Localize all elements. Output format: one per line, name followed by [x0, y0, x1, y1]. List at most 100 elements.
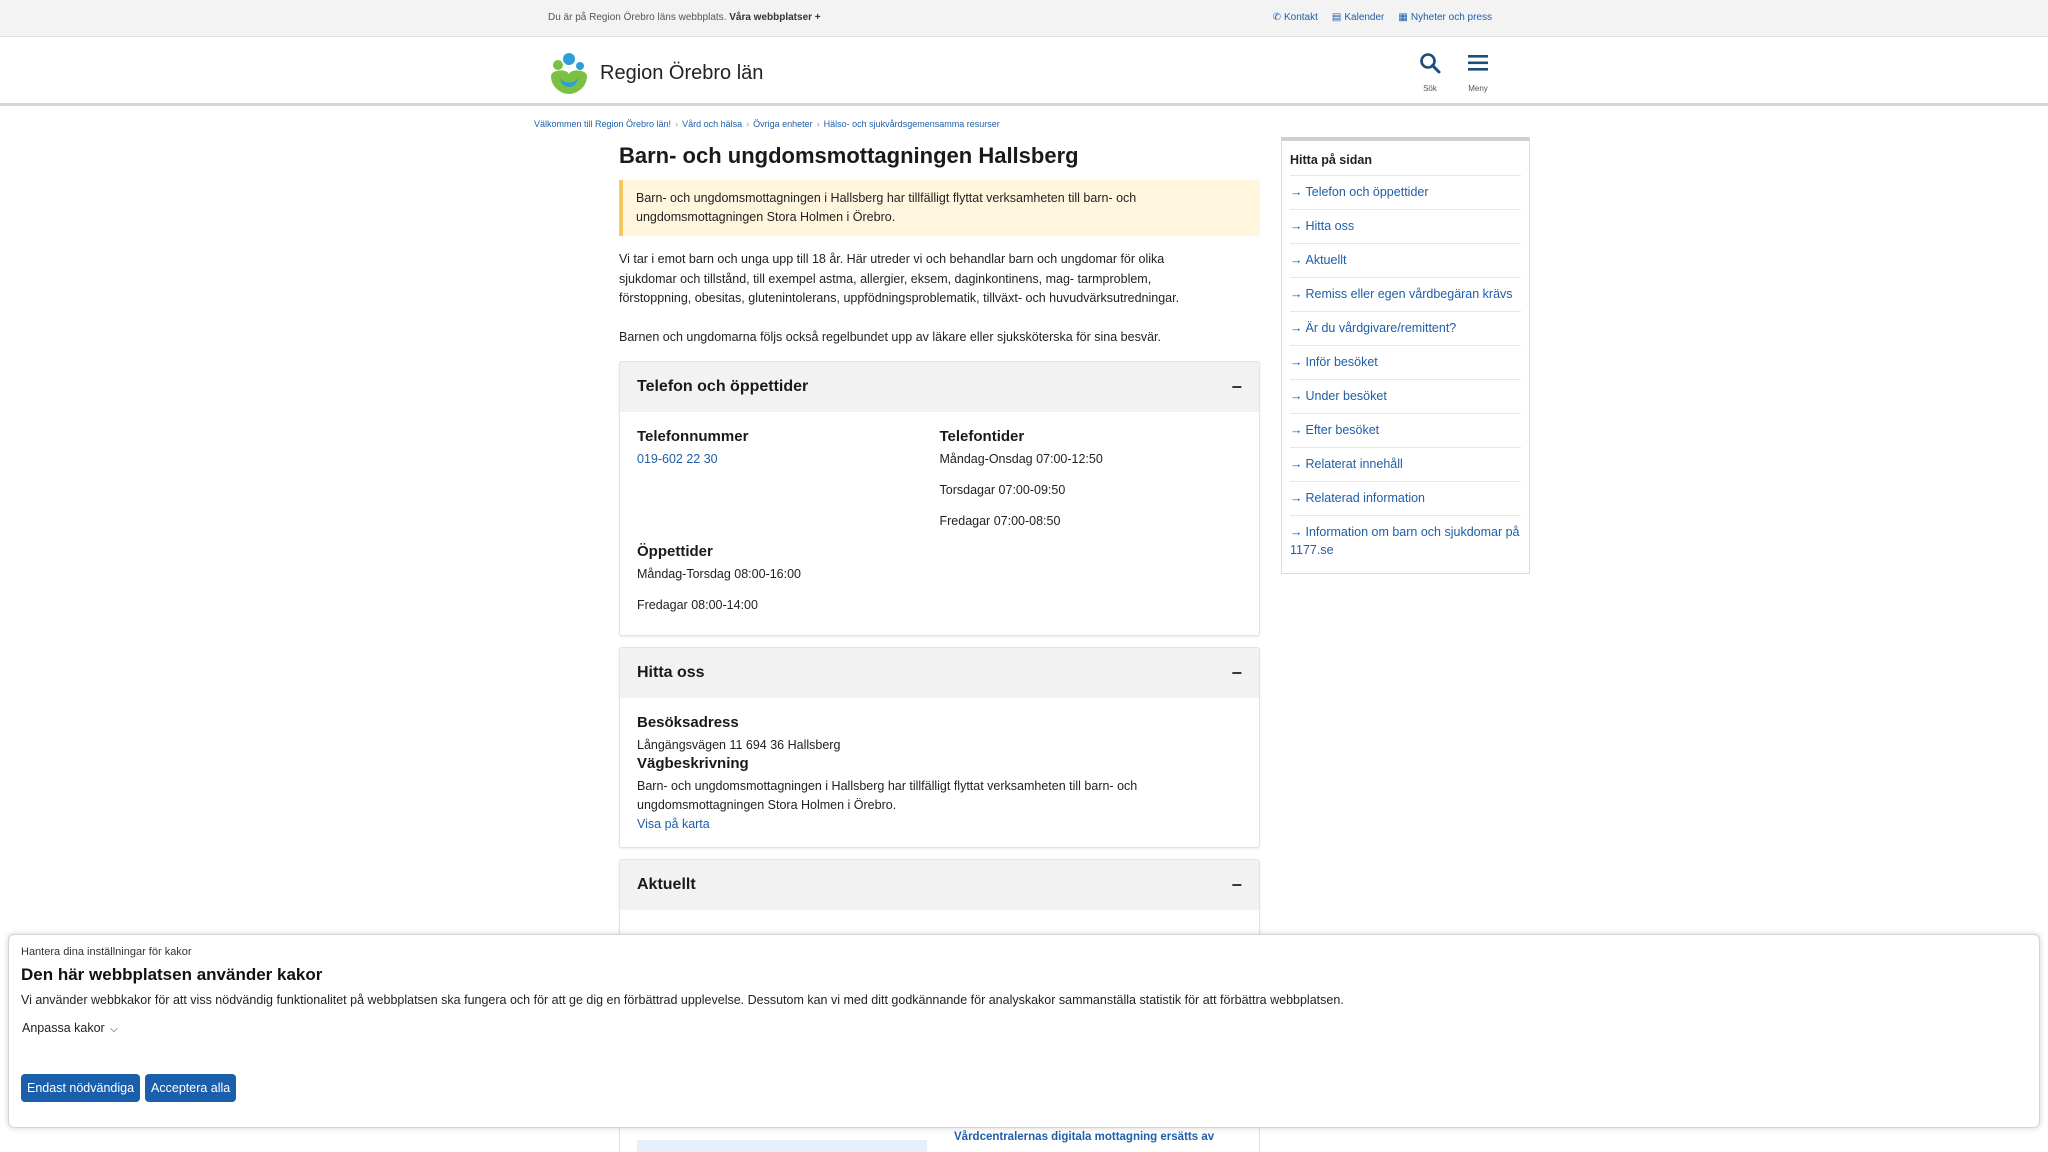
open-hours: Måndag-Torsdag 08:00-16:00	[637, 567, 802, 581]
collapse-icon[interactable]: −	[1231, 663, 1242, 684]
toc-item[interactable]: → Inför besöket	[1290, 345, 1521, 379]
contact-link[interactable]: ✆ Kontakt	[1273, 12, 1318, 23]
cookie-title: Den här webbplatsen använder kakor	[21, 965, 323, 984]
breadcrumb-item[interactable]: Övriga enheter	[753, 119, 813, 129]
search-button[interactable]: Sök	[1408, 52, 1452, 93]
toc-heading: Hitta på sidan	[1290, 153, 1372, 167]
arrow-right-icon: →	[1290, 525, 1303, 539]
phone-heading: Telefonnummer	[637, 428, 749, 445]
phone-times-heading: Telefontider	[939, 428, 1025, 445]
calendar-link[interactable]: ▤ Kalender	[1332, 12, 1384, 23]
phone-column: Telefonnummer 019-602 22 30	[637, 428, 940, 531]
breadcrumb-separator: ›	[675, 119, 679, 129]
toc-item-label: Är du vårdgivare/remittent?	[1305, 321, 1457, 335]
search-label: Sök	[1423, 84, 1437, 93]
collapse-icon[interactable]: −	[1231, 377, 1242, 398]
accordion-body-phone: Telefonnummer 019-602 22 30 Telefontider…	[620, 412, 1259, 635]
notice-text: ungdomsmottagningen Stora Holmen i Örebr…	[636, 210, 896, 224]
open-hours-heading: Öppettider	[637, 543, 713, 560]
collapse-icon[interactable]: −	[1231, 875, 1242, 896]
map-link[interactable]: Visa på karta	[637, 815, 1242, 834]
news-peek: Vårdcentralernas digitala mottagning ers…	[619, 1128, 1260, 1152]
accordion-find: Hitta oss − Besöksadress Långängsvägen 1…	[619, 647, 1260, 848]
arrow-right-icon: →	[1290, 491, 1303, 505]
toc-item-label: Relaterad information	[1305, 491, 1426, 505]
toc-item[interactable]: → Relaterat innehåll	[1290, 447, 1521, 481]
our-sites-link[interactable]: Våra webbplatser +	[729, 12, 820, 23]
accordion-title: Aktuellt	[637, 876, 696, 893]
toc-item-label: Relaterat innehåll	[1305, 457, 1403, 471]
toc-item[interactable]: → Relaterad information	[1290, 481, 1521, 515]
arrow-right-icon: →	[1290, 457, 1303, 471]
region-logo-icon[interactable]	[546, 50, 592, 96]
cookie-kicker: Hantera dina inställningar för kakor	[21, 946, 192, 958]
intro-line: förstoppning, obesitas, glutenintolerans…	[619, 291, 1180, 305]
contact-label: Kontakt	[1283, 12, 1318, 23]
cookie-actions: Endast nödvändiga Acceptera alla	[21, 1074, 237, 1102]
accordion-title: Telefon och öppettider	[637, 378, 809, 395]
toc-item[interactable]: → Är du vårdgivare/remittent?	[1290, 311, 1521, 345]
breadcrumb-separator: ›	[746, 119, 750, 129]
notice-text: Barn- och ungdomsmottagningen i Hallsber…	[636, 191, 1137, 205]
hamburger-icon	[1456, 52, 1500, 80]
utility-intro: Du är på Region Örebro läns webbplats. V…	[548, 12, 821, 23]
menu-label: Meny	[1468, 84, 1488, 93]
customize-cookies-toggle[interactable]: Anpassa kakor ⌵	[22, 1021, 2027, 1035]
arrow-right-icon: →	[1290, 423, 1303, 437]
cookie-body: Vi använder webbkakor för att viss nödvä…	[21, 993, 1344, 1007]
calendar-label: Kalender	[1344, 12, 1385, 23]
toc-item[interactable]: → Efter besöket	[1290, 413, 1521, 447]
utility-links: ✆ Kontakt ▤ Kalender ▦ Nyheter och press	[1273, 12, 1492, 23]
phone-time: Fredagar 07:00-08:50	[939, 514, 1061, 528]
directions-heading: Vägbeskrivning	[637, 755, 749, 772]
site-header: Region Örebro län Sök Meny	[0, 38, 2048, 106]
arrow-right-icon: →	[1290, 389, 1303, 403]
accordion-phone: Telefon och öppettider − Telefonnummer 0…	[619, 361, 1260, 636]
news-icon: ▦	[1398, 12, 1408, 23]
arrow-right-icon: →	[1290, 219, 1303, 233]
accept-all-button[interactable]: Acceptera alla	[145, 1074, 237, 1102]
intro-line: Vi tar i emot barn och unga upp till 18 …	[619, 252, 1165, 266]
accordion-body-find: Besöksadress Långängsvägen 11 694 36 Hal…	[620, 698, 1259, 847]
news-link[interactable]: ▦ Nyheter och press	[1398, 12, 1492, 23]
utility-intro-text: Du är på Region Örebro läns webbplats.	[548, 12, 727, 23]
phone-number-link[interactable]: 019-602 22 30	[637, 450, 940, 469]
phone-time: Torsdagar 07:00-09:50	[939, 483, 1066, 497]
notice-box: Barn- och ungdomsmottagningen i Hallsber…	[619, 180, 1260, 236]
site-name[interactable]: Region Örebro län	[600, 62, 763, 85]
breadcrumb: Välkommen till Region Örebro län! › Vård o…	[534, 119, 1000, 129]
page-toc: Hitta på sidan → Telefon och öppettider →…	[1281, 137, 1530, 574]
toc-item-label: Information om barn och sjukdomar på 117…	[1290, 525, 1520, 557]
phone-time: Måndag-Onsdag 07:00-12:50	[939, 452, 1103, 466]
arrow-right-icon: →	[1290, 185, 1303, 199]
cookie-banner: Hantera dina inställningar för kakor Den…	[8, 934, 2040, 1128]
breadcrumb-item[interactable]: Välkommen till Region Örebro län!	[534, 119, 671, 129]
accordion-header-news[interactable]: Aktuellt −	[620, 860, 1259, 910]
toc-item[interactable]: → Information om barn och sjukdomar på 11…	[1290, 515, 1521, 567]
breadcrumb-item[interactable]: Vård och hälsa	[682, 119, 742, 129]
toc-item-label: Under besöket	[1305, 389, 1387, 403]
toc-item[interactable]: → Aktuellt	[1290, 243, 1521, 277]
phone-times-column: Telefontider Måndag-Onsdag 07:00-12:50 T…	[940, 428, 1243, 531]
directions-text: Barn- och ungdomsmottagningen i Hallsber…	[637, 779, 1138, 793]
phone-columns: Telefonnummer 019-602 22 30 Telefontider…	[637, 428, 1242, 531]
toc-item[interactable]: → Under besöket	[1290, 379, 1521, 413]
toc-item[interactable]: → Hitta oss	[1290, 209, 1521, 243]
directions-text: ungdomsmottagningen Stora Holmen i Örebr…	[637, 798, 897, 812]
toc-item-label: Telefon och öppettider	[1305, 185, 1429, 199]
followup-paragraph: Barnen och ungdomarna följs också regelb…	[619, 329, 1161, 344]
toc-item[interactable]: → Remiss eller egen vårdbegäran krävs	[1290, 277, 1521, 311]
arrow-right-icon: →	[1290, 253, 1303, 267]
accordion-header-find[interactable]: Hitta oss −	[620, 648, 1259, 698]
toc-item-label: Inför besöket	[1305, 355, 1378, 369]
menu-button[interactable]: Meny	[1456, 52, 1500, 93]
breadcrumb-item[interactable]: Hälso- och sjukvårdsgemensamma resurser	[824, 119, 1000, 129]
news-item-link[interactable]: Vårdcentralernas digitala mottagning ers…	[954, 1131, 1214, 1143]
intro-line: sjukdomar och tillstånd, till exempel as…	[619, 271, 1152, 286]
toc-item[interactable]: → Telefon och öppettider	[1290, 175, 1521, 209]
accordion-header-phone[interactable]: Telefon och öppettider −	[620, 362, 1259, 412]
open-hours: Fredagar 08:00-14:00	[637, 598, 758, 612]
breadcrumb-separator: ›	[816, 119, 820, 129]
search-icon	[1408, 52, 1452, 80]
necessary-only-button[interactable]: Endast nödvändiga	[21, 1074, 141, 1102]
